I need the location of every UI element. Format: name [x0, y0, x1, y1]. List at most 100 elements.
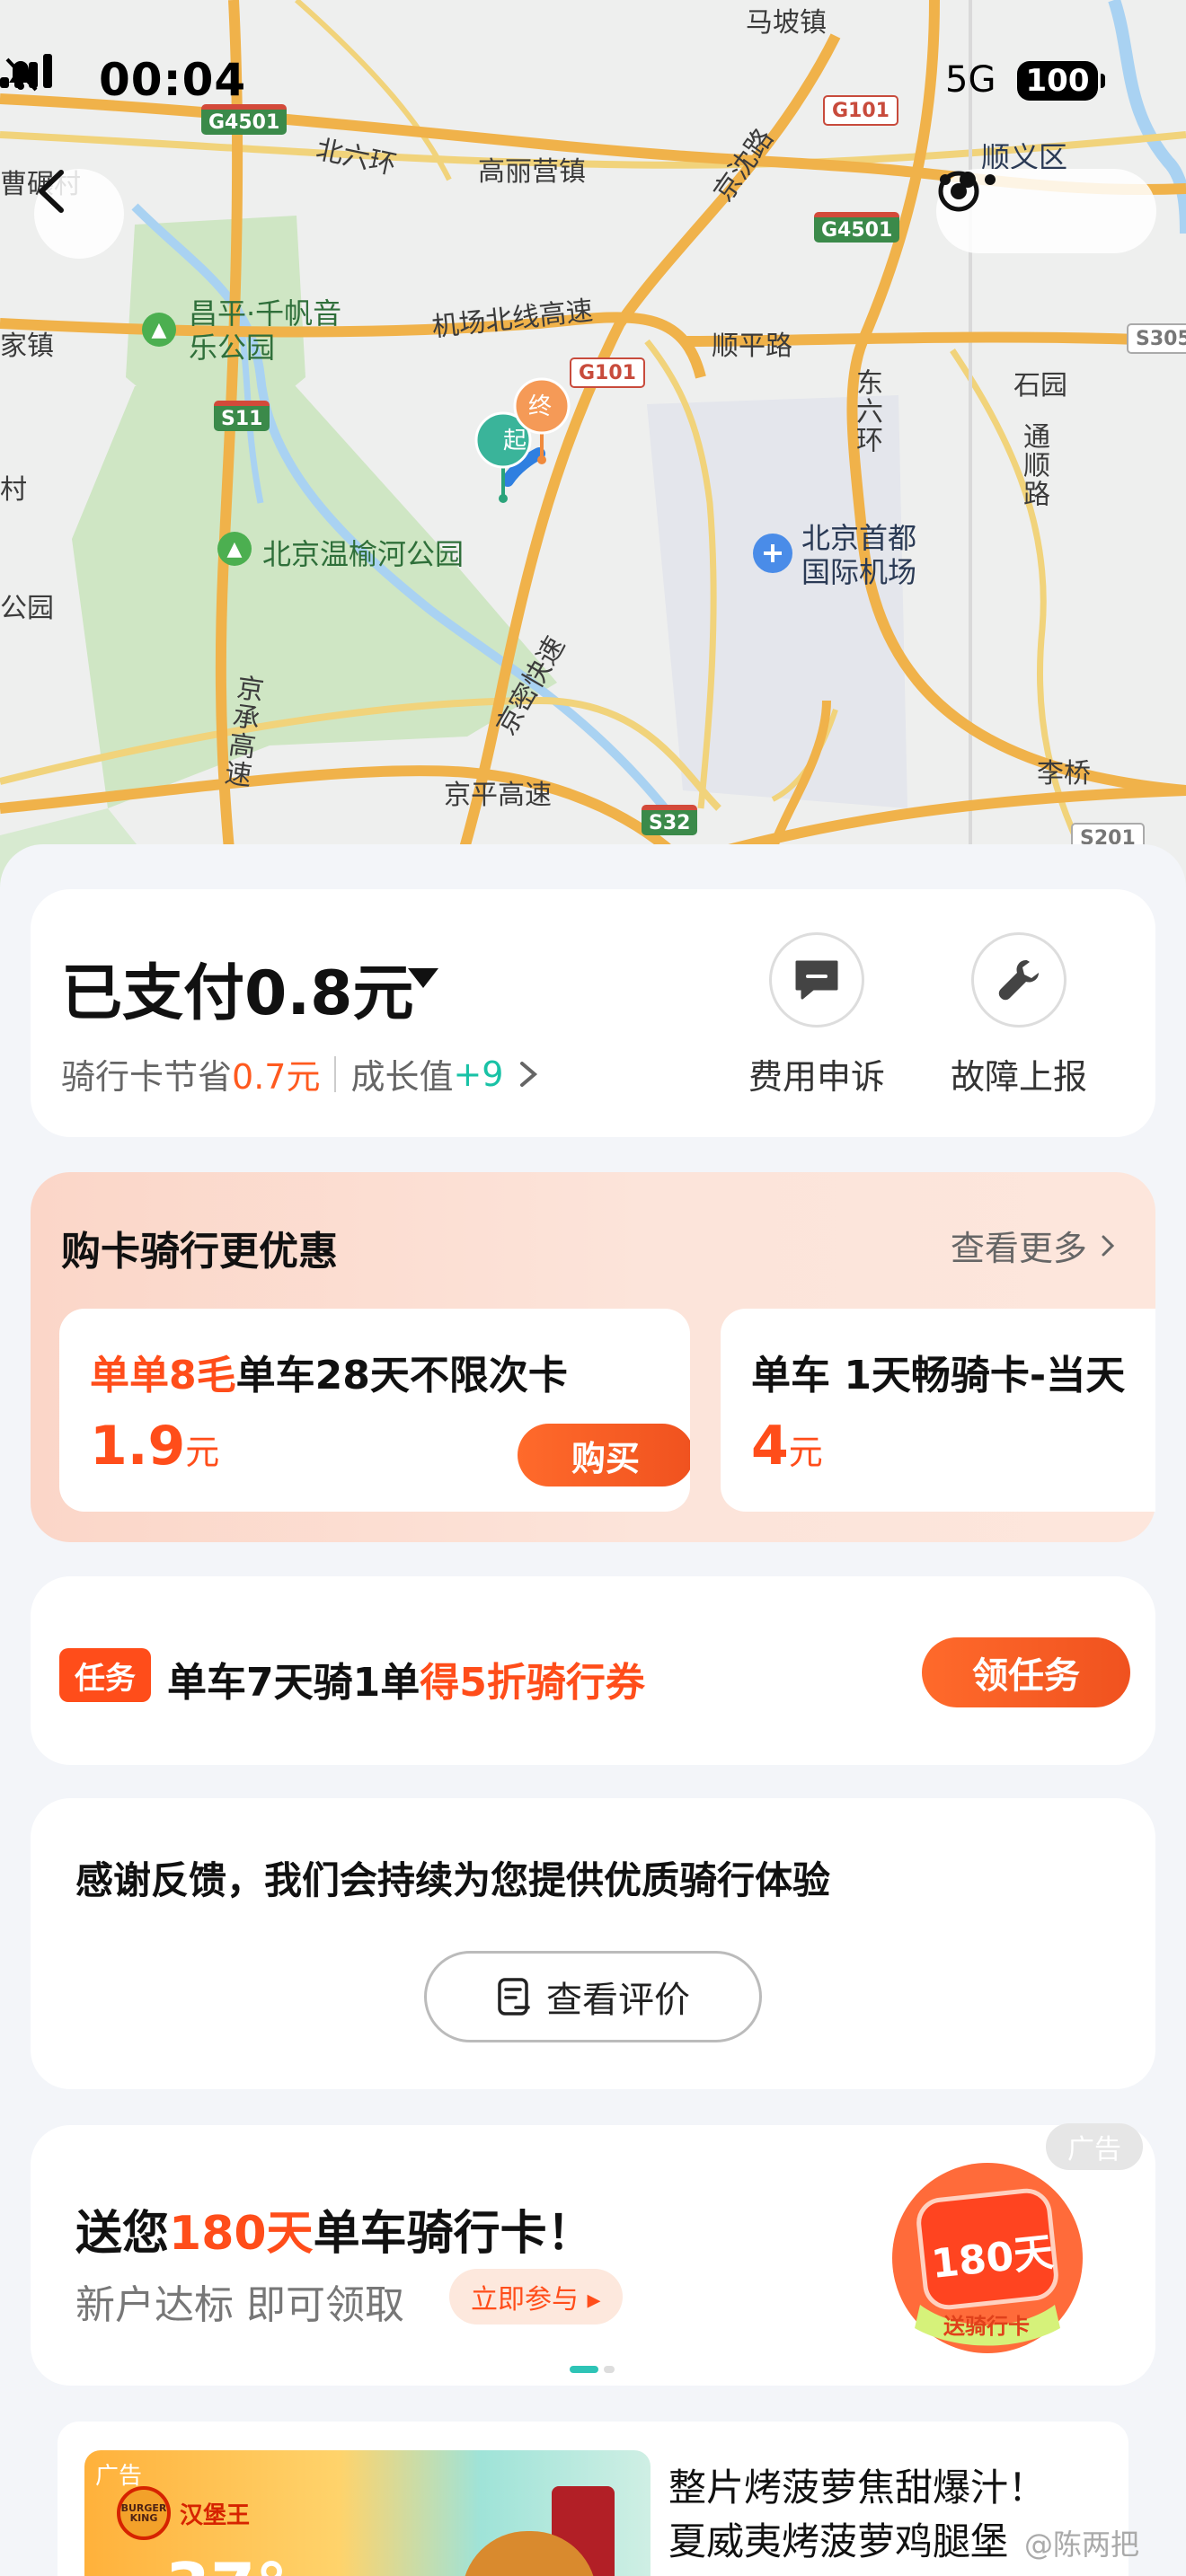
chat-bubble-icon	[795, 960, 838, 1000]
chevron-right-icon	[519, 1061, 537, 1087]
wrench-icon	[998, 960, 1039, 1001]
ad-number: 37°	[165, 2549, 288, 2576]
fault-report-button[interactable]: 故障上报	[929, 932, 1109, 1098]
ad-title-prefix: 送您	[75, 2207, 170, 2261]
map-label-jiazhen: 家镇	[0, 331, 54, 362]
pass-name: 单单8毛单车28天不限次卡	[90, 1343, 568, 1400]
pass-highlight: 单单8毛	[90, 1353, 236, 1398]
carousel-dot-active	[570, 2366, 598, 2373]
ad-title-highlight: 180天	[169, 2207, 314, 2261]
brand-name: 汉堡王	[180, 2502, 251, 2529]
feedback-thanks-text: 感谢反馈，我们会持续为您提供优质骑行体验	[75, 1858, 831, 1902]
pass-price: 4元	[751, 1415, 823, 1478]
pass-price-value: 1.9	[90, 1415, 186, 1478]
ad-title-suffix: 单车骑行卡！	[313, 2207, 594, 2261]
chevron-right-icon	[1102, 1235, 1115, 1257]
map-label-cun: 村	[0, 474, 27, 506]
buy-button[interactable]: 购买	[518, 1424, 690, 1486]
watermark: @陈两把	[1024, 2527, 1140, 2562]
battery-indicator: 100	[1017, 61, 1105, 101]
map-label-shiyuan: 石园	[1013, 370, 1067, 401]
close-miniprogram-button[interactable]	[938, 169, 1157, 253]
back-button[interactable]	[34, 169, 124, 259]
status-bar: 00:04 5G 100	[0, 54, 1186, 117]
riding-pass-promo-card: 购卡骑行更优惠 查看更多 单单8毛单车28天不限次卡 1.9元 购买 单车 1天…	[31, 1172, 1155, 1542]
divider	[334, 1055, 337, 1092]
pass-card-1day[interactable]: 单车 1天畅骑卡-当天 4元	[721, 1309, 1155, 1512]
road-label-dongliuhuan: 东六环	[851, 368, 882, 454]
document-icon	[498, 1978, 530, 2016]
road-label-tongshun: 通顺路	[1018, 422, 1049, 508]
claim-task-button[interactable]: 领任务	[922, 1637, 1130, 1707]
task-text: 单车7天骑1单	[167, 1660, 420, 1706]
pass-price-unit: 元	[788, 1433, 823, 1472]
growth-prefix: 成长值	[350, 1057, 454, 1097]
park-icon: ▲	[217, 532, 252, 566]
carousel-dots	[570, 2366, 615, 2373]
burger-king-logo: BURGER KING	[117, 2486, 171, 2540]
pass-title: 单车 1天畅骑卡-当天	[751, 1353, 1126, 1398]
network-type: 5G	[945, 59, 996, 101]
join-now-button[interactable]: 立即参与 ▸	[449, 2269, 623, 2325]
fee-appeal-label: 费用申诉	[748, 1057, 885, 1097]
ad-graphic-caption: 送骑行卡	[943, 2314, 1030, 2339]
view-review-button[interactable]: 查看评价	[424, 1951, 762, 2042]
fee-appeal-icon-circle	[769, 932, 864, 1028]
paid-amount[interactable]: 已支付0.8元	[61, 943, 413, 1032]
pass-title: 单车28天不限次卡	[235, 1353, 568, 1398]
signal-icon	[0, 54, 52, 88]
ad-subtitle: 新户达标 即可领取	[75, 2282, 404, 2328]
fault-report-icon-circle	[971, 932, 1067, 1028]
growth-value: +9	[453, 1054, 504, 1094]
task-description: 单车7天骑1单得5折骑行券	[167, 1650, 645, 1707]
savings-prefix: 骑行卡节省	[61, 1057, 233, 1097]
airport-label: 北京首都国际机场	[801, 521, 917, 589]
park-icon: ▲	[142, 313, 176, 347]
view-review-label: 查看评价	[546, 1980, 690, 2021]
pass-card-28day[interactable]: 单单8毛单车28天不限次卡 1.9元 购买	[59, 1309, 690, 1512]
route-start-marker: 起	[503, 428, 527, 454]
ad-banner-card[interactable]: 广告 送您180天单车骑行卡！ 新户达标 即可领取 立即参与 ▸ 180天 送骑…	[31, 2123, 1155, 2386]
ad-headline-line2: 夏威夷烤菠萝鸡腿堡	[668, 2519, 1009, 2563]
burger-king-ad[interactable]: 广告 BURGER KING 汉堡王 37° 整片烤菠萝焦甜爆汁！ 夏威夷烤菠萝…	[58, 2422, 1128, 2576]
caret-down-icon[interactable]	[408, 968, 438, 988]
shield-g4501-2: G4501	[814, 212, 900, 243]
park-label-wenyuhe: 北京温榆河公园	[262, 537, 465, 571]
ad-tag: 广告	[95, 2463, 143, 2490]
pass-price-value: 4	[751, 1415, 789, 1478]
savings-row[interactable]: 骑行卡节省 0.7元 成长值 +9	[61, 1049, 542, 1098]
route-map[interactable]: 起 终 马坡镇 顺义区 高丽营镇 曹碾村 顺平路 石园 家镇 村 公园 李桥 北…	[0, 0, 1186, 898]
shield-s11: S11	[214, 401, 270, 431]
shield-s305: S305	[1127, 323, 1186, 354]
mini-program-capsule	[936, 169, 1156, 253]
feedback-card: 感谢反馈，我们会持续为您提供优质骑行体验 查看评价	[31, 1798, 1155, 2089]
task-reward: 得5折骑行券	[420, 1660, 645, 1706]
ad-title: 送您180天单车骑行卡！	[75, 2195, 594, 2263]
view-more-link[interactable]: 查看更多	[951, 1221, 1118, 1270]
ad-headline-line1: 整片烤菠萝焦甜爆汁！	[668, 2466, 1047, 2510]
pass-price-unit: 元	[185, 1433, 220, 1472]
pass-price: 1.9元	[90, 1415, 219, 1478]
target-icon	[938, 171, 979, 212]
map-label-liqiao: 李桥	[1037, 758, 1091, 790]
savings-amount: 0.7元	[232, 1057, 321, 1097]
chevron-left-icon	[39, 170, 64, 213]
route-end-marker: 终	[528, 393, 553, 420]
map-label-gongyuan: 公园	[0, 593, 54, 624]
map-label-mapo: 马坡镇	[746, 7, 827, 39]
view-more-label: 查看更多	[950, 1229, 1087, 1268]
promo-title: 购卡骑行更优惠	[61, 1229, 338, 1275]
task-badge: 任务	[59, 1648, 151, 1702]
carousel-dot	[604, 2366, 615, 2373]
clock: 00:04	[99, 54, 247, 106]
task-card: 任务 单车7天骑1单得5折骑行券 领任务	[31, 1576, 1155, 1765]
ad-headline: 整片烤菠萝焦甜爆汁！ 夏威夷烤菠萝鸡腿堡	[668, 2461, 1046, 2569]
fault-report-label: 故障上报	[950, 1057, 1087, 1097]
map-label-shunping: 顺平路	[712, 331, 792, 362]
map-label-gaoliying: 高丽营镇	[478, 156, 586, 188]
payment-card: 已支付0.8元 骑行卡节省 0.7元 成长值 +9 费用申诉 故障上报	[31, 889, 1155, 1137]
shield-g101-2: G101	[570, 357, 645, 388]
park-label-qianfan: 昌平·千帆音乐公园	[189, 296, 342, 365]
fee-appeal-button[interactable]: 费用申诉	[727, 932, 907, 1098]
road-label-jingping: 京平高速	[444, 780, 552, 811]
